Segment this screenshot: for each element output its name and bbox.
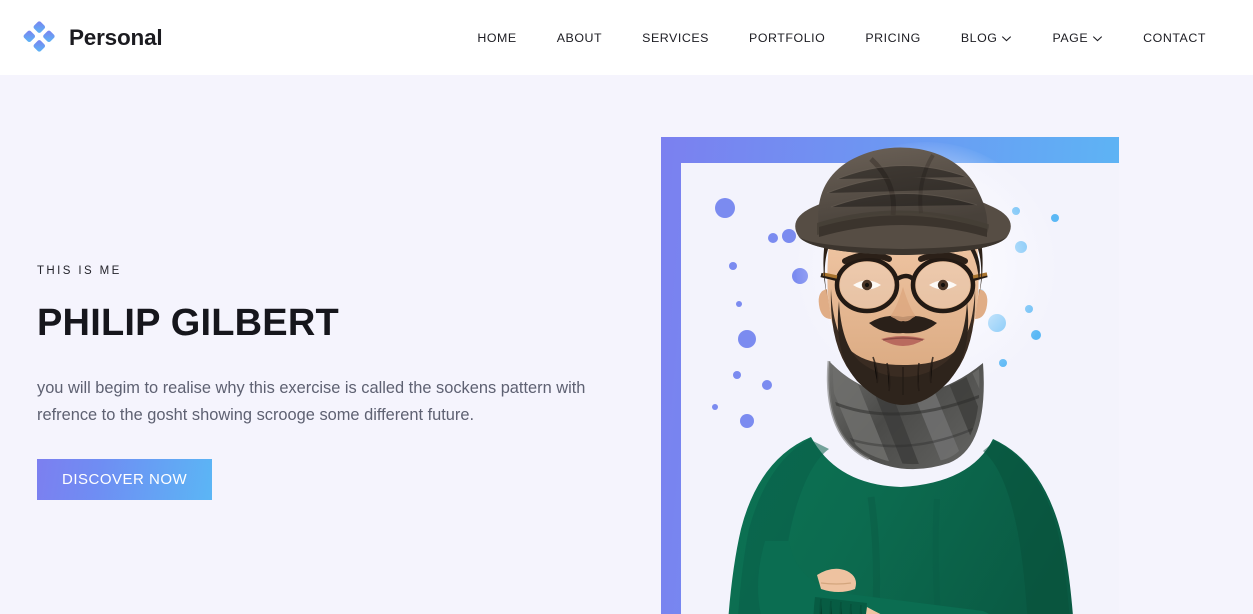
nav-item-about[interactable]: ABOUT xyxy=(537,23,622,53)
four-diamond-cluster-icon xyxy=(22,20,56,55)
nav-label: PAGE xyxy=(1052,30,1089,45)
chevron-down-icon xyxy=(1001,33,1012,44)
hero-visual xyxy=(661,137,1119,614)
nav-item-home[interactable]: HOME xyxy=(457,23,536,53)
nav-item-services[interactable]: SERVICES xyxy=(622,23,729,53)
brand-name: Personal xyxy=(69,24,163,50)
nav-label: SERVICES xyxy=(642,30,709,45)
hero-copy: THIS IS ME PHILIP GILBERT you will begim… xyxy=(37,265,617,500)
nav-item-blog[interactable]: BLOG xyxy=(941,23,1033,53)
brand-logo[interactable]: Personal xyxy=(22,20,163,55)
nav-label: CONTACT xyxy=(1143,30,1206,45)
main-navigation: HOME ABOUT SERVICES PORTFOLIO PRICING BL… xyxy=(457,23,1231,53)
hero-description: you will begim to realise why this exerc… xyxy=(37,378,586,424)
nav-item-portfolio[interactable]: PORTFOLIO xyxy=(729,23,845,53)
nav-label: PORTFOLIO xyxy=(749,30,826,45)
nav-label: HOME xyxy=(477,30,517,45)
portrait-photo xyxy=(721,137,1081,614)
hero-section: THIS IS ME PHILIP GILBERT you will begim… xyxy=(0,75,1253,614)
hero-eyebrow: THIS IS ME xyxy=(37,265,122,277)
site-header: Personal HOME ABOUT SERVICES PORTFOLIO P… xyxy=(0,0,1253,75)
nav-item-page[interactable]: PAGE xyxy=(1032,23,1123,53)
chevron-down-icon xyxy=(1092,33,1103,44)
nav-label: BLOG xyxy=(960,30,998,45)
nav-label: PRICING xyxy=(865,30,921,45)
nav-item-pricing[interactable]: PRICING xyxy=(845,23,940,53)
decorative-dot xyxy=(712,404,718,410)
nav-item-contact[interactable]: CONTACT xyxy=(1123,23,1226,53)
page-title: PHILIP GILBERT xyxy=(37,302,339,344)
discover-now-button[interactable]: DISCOVER NOW xyxy=(37,458,213,500)
nav-label: ABOUT xyxy=(556,30,603,45)
